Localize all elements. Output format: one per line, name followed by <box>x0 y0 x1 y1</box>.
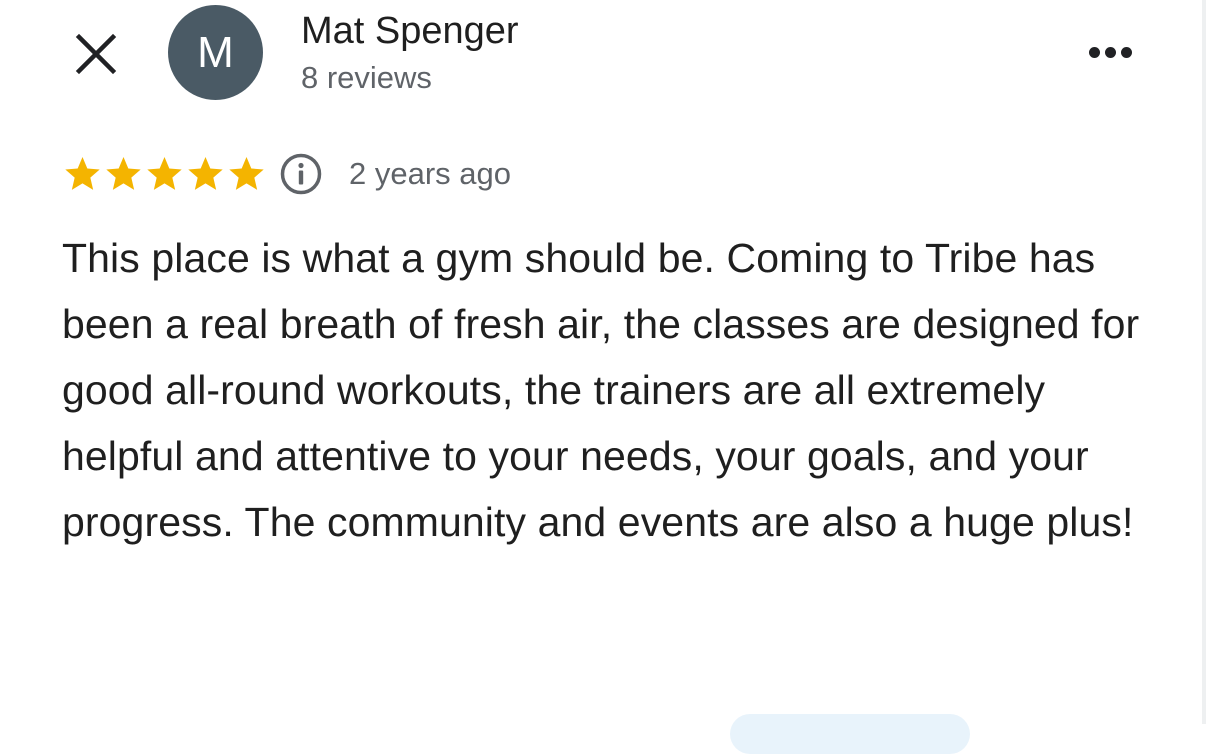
rating-info-button[interactable] <box>279 152 323 196</box>
review-date: 2 years ago <box>349 156 511 191</box>
star-icon <box>147 157 182 190</box>
close-icon <box>75 33 117 75</box>
star-icon <box>65 157 100 190</box>
more-vert-icon <box>1104 46 1116 58</box>
more-vert-icon <box>1120 46 1132 58</box>
more-options-button[interactable] <box>1080 30 1140 74</box>
scroll-edge <box>1202 0 1206 724</box>
close-button[interactable] <box>70 28 122 80</box>
more-vert-icon <box>1088 46 1100 58</box>
author-name[interactable]: Mat Spenger <box>301 8 519 54</box>
avatar-initial: M <box>197 27 234 77</box>
star-icon <box>188 157 223 190</box>
action-chip[interactable] <box>730 714 970 754</box>
star-icon <box>106 157 141 190</box>
review-text: This place is what a gym should be. Comi… <box>62 235 1140 545</box>
avatar[interactable]: M <box>168 5 263 100</box>
star-rating <box>62 154 267 194</box>
author-review-count[interactable]: 8 reviews <box>301 58 432 98</box>
rating-row: 2 years ago <box>62 150 511 198</box>
info-icon <box>280 153 322 195</box>
star-icon <box>229 157 264 190</box>
